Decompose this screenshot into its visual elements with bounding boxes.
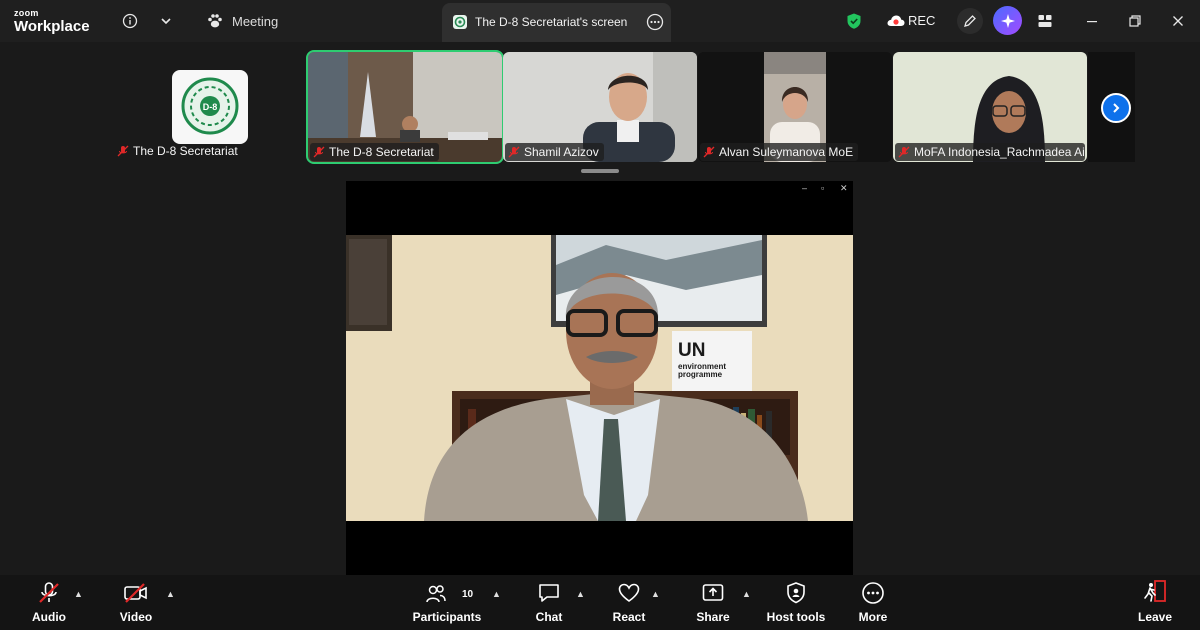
unep-sign-un: UN (678, 340, 706, 361)
more-label: More (858, 610, 888, 624)
mic-muted-icon (703, 146, 715, 158)
mic-muted-icon (37, 575, 61, 605)
meeting-info-icon[interactable] (118, 9, 142, 33)
participant-tile[interactable]: MoFA Indonesia_Rachmadea Ai... (893, 52, 1087, 162)
participant-tile[interactable]: Alvan Suleymanova MoE (698, 52, 892, 162)
chat-button[interactable]: Chat (532, 575, 566, 630)
audio-label: Audio (32, 610, 66, 624)
chat-options-caret-icon[interactable]: ▲ (576, 589, 585, 599)
camera-off-icon (123, 575, 149, 605)
participants-options-caret-icon[interactable]: ▲ (492, 589, 501, 599)
leave-button[interactable]: Leave (1136, 575, 1174, 630)
participant-tile-active-speaker[interactable]: The D-8 Secretariat (306, 50, 504, 164)
audio-options-caret-icon[interactable]: ▲ (74, 589, 83, 599)
react-options-caret-icon[interactable]: ▲ (651, 589, 660, 599)
meeting-label[interactable]: Meeting (232, 14, 278, 29)
unep-sign: UN environment programme (678, 341, 752, 379)
chevron-down-icon[interactable] (154, 9, 178, 33)
speaker-video (346, 235, 853, 521)
participant-tile-label: The D-8 Secretariat (114, 142, 243, 160)
leave-door-icon (1142, 575, 1168, 605)
participant-name: Shamil Azizov (524, 145, 599, 159)
react-label: React (612, 610, 646, 624)
close-icon[interactable] (1166, 9, 1190, 33)
share-button[interactable]: Share (694, 575, 732, 630)
share-label: Share (696, 610, 730, 624)
shared-close-icon: ✕ (840, 183, 848, 193)
participant-tile-label: Alvan Suleymanova MoE (700, 143, 859, 161)
share-tab-title: The D-8 Secretariat's screen (475, 15, 628, 29)
unep-sign-programme: programme (678, 370, 723, 379)
participant-name: MoFA Indonesia_Rachmadea Ai... (914, 145, 1085, 159)
mic-muted-icon (313, 146, 325, 158)
encryption-shield-icon[interactable] (842, 9, 866, 33)
title-bar: zoom Workplace Meeting The D-8 Secretari… (0, 0, 1200, 42)
participant-tile[interactable]: Shamil Azizov (503, 52, 697, 162)
shared-video-feed: UN environment programme (346, 235, 853, 521)
video-options-caret-icon[interactable]: ▲ (166, 589, 175, 599)
resize-drag-handle[interactable] (581, 169, 619, 173)
mic-muted-icon (898, 146, 910, 158)
host-tools-label: Host tools (766, 610, 826, 624)
participant-name: The D-8 Secretariat (329, 145, 434, 159)
share-screen-icon (701, 575, 725, 605)
share-tab-logo-icon (448, 10, 472, 34)
participants-icon (425, 575, 447, 605)
apps-grid-icon[interactable] (1033, 9, 1057, 33)
shared-screen-window: – ▫ ✕ UN environment programme (346, 181, 853, 575)
rec-label[interactable]: REC (908, 13, 935, 28)
brand-small-text: zoom (14, 8, 39, 18)
participant-tile-label: MoFA Indonesia_Rachmadea Ai... (895, 143, 1085, 161)
participant-tile-label: The D-8 Secretariat (310, 143, 439, 161)
mic-muted-icon (508, 146, 520, 158)
shared-minimize-icon: – (802, 183, 808, 193)
share-options-caret-icon[interactable]: ▲ (742, 589, 751, 599)
react-button[interactable]: React (610, 575, 648, 630)
annotate-pencil-icon[interactable] (957, 8, 983, 34)
zoom-workplace-logo: zoom Workplace (14, 8, 90, 35)
more-options-icon[interactable] (643, 10, 667, 34)
minimize-icon[interactable] (1080, 9, 1104, 33)
audio-button[interactable]: Audio (28, 575, 70, 630)
paw-icon[interactable] (203, 9, 227, 33)
video-label: Video (119, 610, 153, 624)
d8-logo-avatar: D-8 (172, 70, 248, 144)
chat-label: Chat (535, 610, 563, 624)
cloud-recording-icon[interactable] (884, 9, 908, 33)
share-screen-tab[interactable]: The D-8 Secretariat's screen (442, 3, 671, 42)
participant-name: The D-8 Secretariat (133, 144, 238, 158)
next-page-arrow-icon[interactable] (1101, 93, 1131, 123)
leave-label: Leave (1137, 610, 1173, 624)
more-dots-icon (861, 575, 885, 605)
participants-label: Participants (412, 610, 482, 624)
restore-window-icon[interactable] (1123, 9, 1147, 33)
participant-name: Alvan Suleymanova MoE (719, 145, 854, 159)
shared-maximize-icon: ▫ (821, 183, 825, 193)
brand-big-text: Workplace (14, 18, 90, 35)
chat-bubble-icon (537, 575, 561, 605)
host-tools-button[interactable]: Host tools (766, 575, 826, 630)
participants-count-badge: 10 (462, 589, 474, 600)
participants-button[interactable]: Participants (412, 575, 482, 630)
video-button[interactable]: Video (116, 575, 156, 630)
ai-companion-icon[interactable] (993, 6, 1022, 35)
meeting-controls-toolbar: Audio ▲ Video ▲ Participants ▲ Chat ▲ Re… (0, 575, 1200, 630)
more-button[interactable]: More (856, 575, 890, 630)
participant-tile-label: Shamil Azizov (505, 143, 604, 161)
svg-text:D-8: D-8 (203, 102, 218, 112)
mic-muted-icon (117, 145, 129, 157)
host-shield-icon (785, 575, 807, 605)
heart-icon (617, 575, 641, 605)
